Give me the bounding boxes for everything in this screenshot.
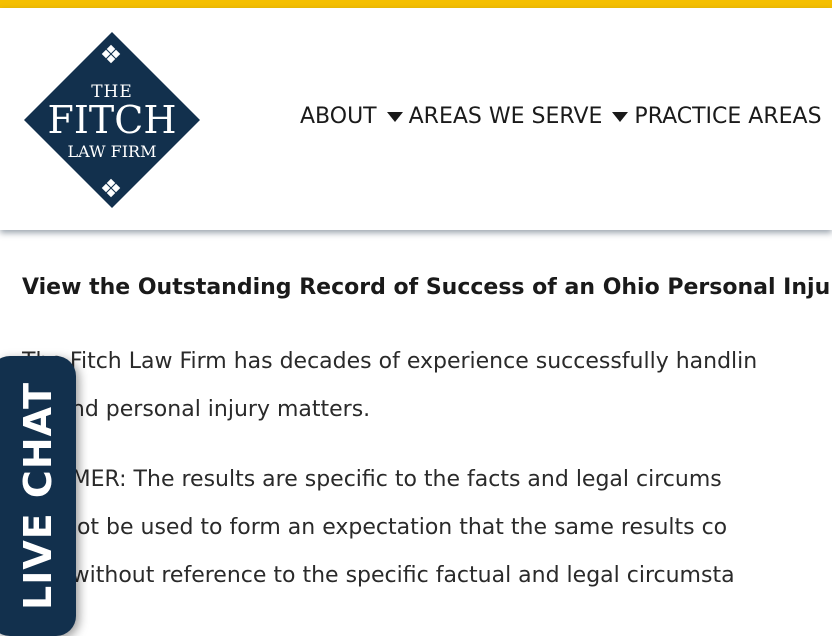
logo-text-fitch: FITCH xyxy=(47,98,177,142)
disclaimer-line-2: uld not be used to form an expectation t… xyxy=(22,515,728,540)
disclaimer-paragraph: CLAIMER: The results are specific to the… xyxy=(22,456,832,600)
nav-item-about-label: ABOUT xyxy=(300,104,377,129)
disclaimer-line-1: CLAIMER: The results are specific to the… xyxy=(22,467,722,492)
intro-line-1: The Fitch Law Firm has decades of experi… xyxy=(22,349,758,374)
live-chat-button[interactable]: LIVE CHAT xyxy=(0,356,76,636)
intro-paragraph: The Fitch Law Firm has decades of experi… xyxy=(22,338,832,434)
main-navigation: ABOUT AREAS WE SERVE PRACTICE AREAS xyxy=(300,104,822,129)
live-chat-label: LIVE CHAT xyxy=(16,381,60,611)
top-accent-bar xyxy=(0,0,832,8)
nav-item-practice-areas-label: PRACTICE AREAS xyxy=(634,104,822,129)
caret-down-icon[interactable] xyxy=(612,111,629,122)
disclaimer-line-3: ters without reference to the specific f… xyxy=(22,563,735,588)
nav-item-about[interactable]: ABOUT xyxy=(300,104,409,129)
nav-item-practice-areas[interactable]: PRACTICE AREAS xyxy=(634,104,821,129)
fitch-law-firm-logo[interactable]: THE FITCH LAW FIRM xyxy=(22,30,202,210)
site-header: THE FITCH LAW FIRM ABOUT AREAS WE SERVE … xyxy=(0,8,832,230)
caret-down-icon[interactable] xyxy=(386,111,403,122)
page-headline: View the Outstanding Record of Success o… xyxy=(22,275,831,300)
logo-text-law-firm: LAW FIRM xyxy=(67,142,157,161)
main-content: View the Outstanding Record of Success o… xyxy=(22,268,832,622)
nav-item-areas-we-serve[interactable]: AREAS WE SERVE xyxy=(409,104,635,129)
nav-item-areas-we-serve-label: AREAS WE SERVE xyxy=(408,104,603,129)
